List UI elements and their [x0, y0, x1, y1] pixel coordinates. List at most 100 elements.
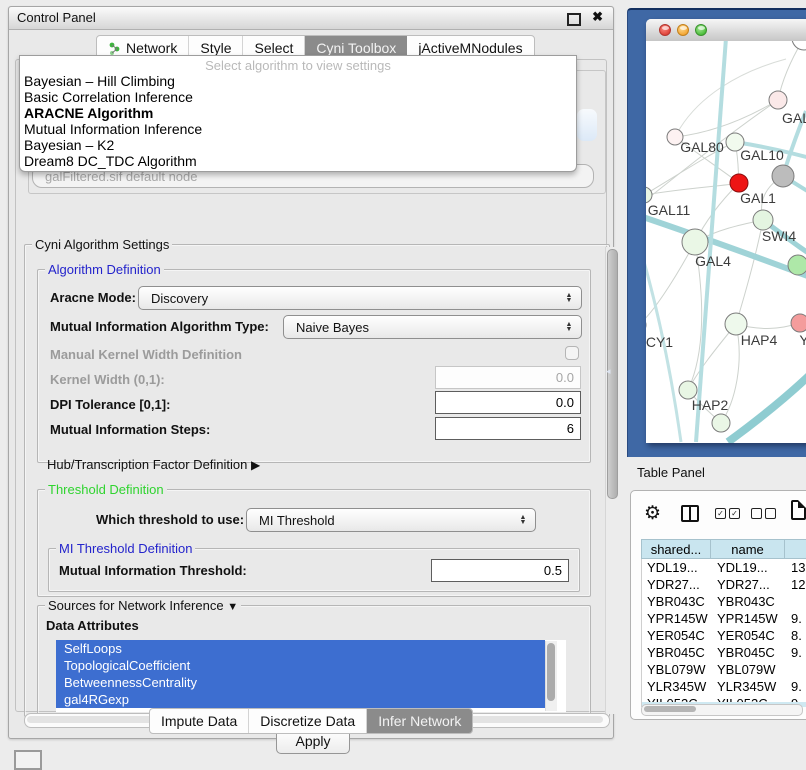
- attribute-list-item[interactable]: SelfLoops: [56, 640, 545, 657]
- table-hscrollbar[interactable]: [641, 704, 803, 716]
- table-column-header[interactable]: shared...: [641, 539, 711, 559]
- bottom-tab-impute-data[interactable]: Impute Data: [150, 709, 249, 733]
- combobox-focus-button[interactable]: [577, 109, 597, 141]
- network-edge[interactable]: [688, 324, 736, 390]
- table-column-header[interactable]: name: [711, 539, 785, 559]
- table-cell: 9.: [786, 678, 806, 695]
- column-layout-icon[interactable]: [681, 505, 699, 522]
- minimized-panel-icon[interactable]: [14, 750, 42, 770]
- network-node[interactable]: [788, 255, 806, 275]
- minimize-traffic-light-icon[interactable]: [677, 24, 689, 36]
- data-attributes-list[interactable]: SelfLoopsTopologicalCoefficientBetweenne…: [56, 640, 566, 712]
- network-node-label: GAL10: [740, 147, 784, 163]
- table-cell: YBR043C: [712, 593, 786, 610]
- network-graph: GALGAL80GAL10GAL1GAL11SWI4GAL4GCY1HAP4YH…: [646, 41, 806, 443]
- which-threshold-combobox[interactable]: MI Threshold ▲▼: [246, 508, 536, 532]
- network-node-label: GCY1: [646, 334, 673, 350]
- network-node-label: GAL11: [648, 202, 691, 218]
- table-row[interactable]: YPR145WYPR145W9.: [642, 610, 806, 627]
- network-node-label: SWI4: [762, 228, 796, 244]
- sources-title-text: Sources for Network Inference: [48, 598, 224, 613]
- attribute-list-item[interactable]: gal4RGexp: [56, 691, 545, 708]
- table-row[interactable]: YDL19...YDL19...13: [642, 559, 806, 576]
- table-cell: YBL079W: [642, 661, 712, 678]
- network-node[interactable]: [792, 41, 806, 50]
- checked-box-icon: ✓: [729, 508, 740, 519]
- table-row[interactable]: YBR045CYBR045C9.: [642, 644, 806, 661]
- gear-icon[interactable]: ⚙: [644, 502, 661, 525]
- attribute-list-item[interactable]: BetweennessCentrality: [56, 674, 545, 691]
- bottom-tab-discretize-data[interactable]: Discretize Data: [249, 709, 367, 733]
- tab-label: Cyni Toolbox: [316, 40, 396, 56]
- network-node[interactable]: [682, 229, 708, 255]
- network-node[interactable]: [769, 91, 787, 109]
- table-row[interactable]: YDR27...YDR27...12: [642, 576, 806, 593]
- which-threshold-label: Which threshold to use:: [96, 512, 244, 527]
- dpi-tolerance-field[interactable]: 0.0: [435, 391, 581, 414]
- table-hscroll-thumb[interactable]: [644, 706, 696, 712]
- network-node-label: GAL1: [740, 190, 776, 206]
- algorithm-definition-group: Algorithm Definition Aracne Mode: Discov…: [37, 269, 591, 463]
- which-threshold-value: MI Threshold: [259, 513, 335, 528]
- network-window-titlebar[interactable]: [646, 19, 806, 42]
- manual-kernel-label: Manual Kernel Width Definition: [50, 347, 242, 362]
- close-icon[interactable]: ✖: [592, 9, 603, 25]
- combo-arrows-icon: ▲▼: [561, 293, 581, 303]
- network-node[interactable]: [772, 165, 794, 187]
- attr-list-scroll-thumb[interactable]: [547, 643, 555, 701]
- select-all-icon[interactable]: ✓ ✓: [715, 508, 740, 519]
- table-row[interactable]: YBL079WYBL079W: [642, 661, 806, 678]
- table-row[interactable]: YER054CYER054C8.: [642, 627, 806, 644]
- settings-scrollbar[interactable]: [605, 247, 618, 714]
- zoom-traffic-light-icon[interactable]: [695, 24, 707, 36]
- attr-list-scrollbar[interactable]: [545, 641, 557, 711]
- desktop: { "control_panel": { "title": "Control P…: [0, 0, 806, 762]
- tab-label: Select: [254, 40, 293, 56]
- table-column-header[interactable]: [785, 539, 806, 559]
- cyni-algorithm-settings-group: Cyni Algorithm Settings Algorithm Defini…: [24, 244, 610, 717]
- split-divider-handle[interactable]: ◂: [606, 366, 611, 377]
- table-cell: 9.: [786, 644, 806, 661]
- table-row[interactable]: YIL052CYIL052C9.: [642, 695, 806, 702]
- network-node[interactable]: [646, 187, 652, 203]
- control-panel-title: Control Panel: [17, 10, 96, 25]
- bottom-tab-infer-network[interactable]: Infer Network: [367, 709, 472, 733]
- control-panel-titlebar[interactable]: Control Panel ✖: [9, 7, 613, 30]
- network-window[interactable]: GALGAL80GAL10GAL1GAL11SWI4GAL4GCY1HAP4YH…: [646, 19, 806, 443]
- aracne-mode-combobox[interactable]: Discovery ▲▼: [138, 286, 582, 310]
- kernel-width-field[interactable]: 0.0: [435, 366, 581, 389]
- table-row[interactable]: YLR345WYLR345W9.: [642, 678, 806, 695]
- empty-box-icon: [751, 508, 762, 519]
- network-edge[interactable]: [728, 371, 806, 442]
- network-node[interactable]: [791, 314, 806, 332]
- hub-definition-expander[interactable]: Hub/Transcription Factor Definition ▶: [47, 457, 260, 472]
- table-row[interactable]: YBR043CYBR043C: [642, 593, 806, 610]
- document-icon[interactable]: [791, 500, 806, 520]
- unselect-all-icon[interactable]: [751, 508, 776, 519]
- dropdown-item[interactable]: Mutual Information Inference: [20, 121, 576, 137]
- network-edge[interactable]: [646, 213, 806, 281]
- network-canvas[interactable]: GALGAL80GAL10GAL1GAL11SWI4GAL4GCY1HAP4YH…: [646, 41, 806, 443]
- close-traffic-light-icon[interactable]: [659, 24, 671, 36]
- mi-threshold-field[interactable]: 0.5: [431, 559, 569, 582]
- table-cell: YBR045C: [712, 644, 786, 661]
- manual-kernel-checkbox[interactable]: [565, 346, 579, 360]
- network-edge[interactable]: [646, 242, 695, 325]
- network-node[interactable]: [712, 414, 730, 432]
- sources-title[interactable]: Sources for Network Inference ▼: [45, 598, 241, 613]
- mi-steps-field[interactable]: 6: [435, 417, 581, 440]
- table-panel-title: Table Panel: [637, 465, 705, 480]
- float-window-icon[interactable]: [567, 13, 581, 26]
- dropdown-item[interactable]: Bayesian – K2: [20, 137, 576, 153]
- network-icon: [108, 42, 121, 55]
- dropdown-item[interactable]: ARACNE Algorithm: [20, 105, 576, 121]
- dropdown-item[interactable]: Dream8 DC_TDC Algorithm: [20, 153, 576, 169]
- attribute-list-item[interactable]: TopologicalCoefficient: [56, 657, 545, 674]
- mi-type-combobox[interactable]: Naive Bayes ▲▼: [283, 315, 582, 339]
- table-cell: [786, 661, 806, 678]
- network-edge[interactable]: [736, 220, 763, 324]
- dropdown-item[interactable]: Basic Correlation Inference: [20, 89, 576, 105]
- network-edge[interactable]: [675, 100, 778, 137]
- network-node[interactable]: [753, 210, 773, 230]
- dropdown-item[interactable]: Bayesian – Hill Climbing: [20, 73, 576, 89]
